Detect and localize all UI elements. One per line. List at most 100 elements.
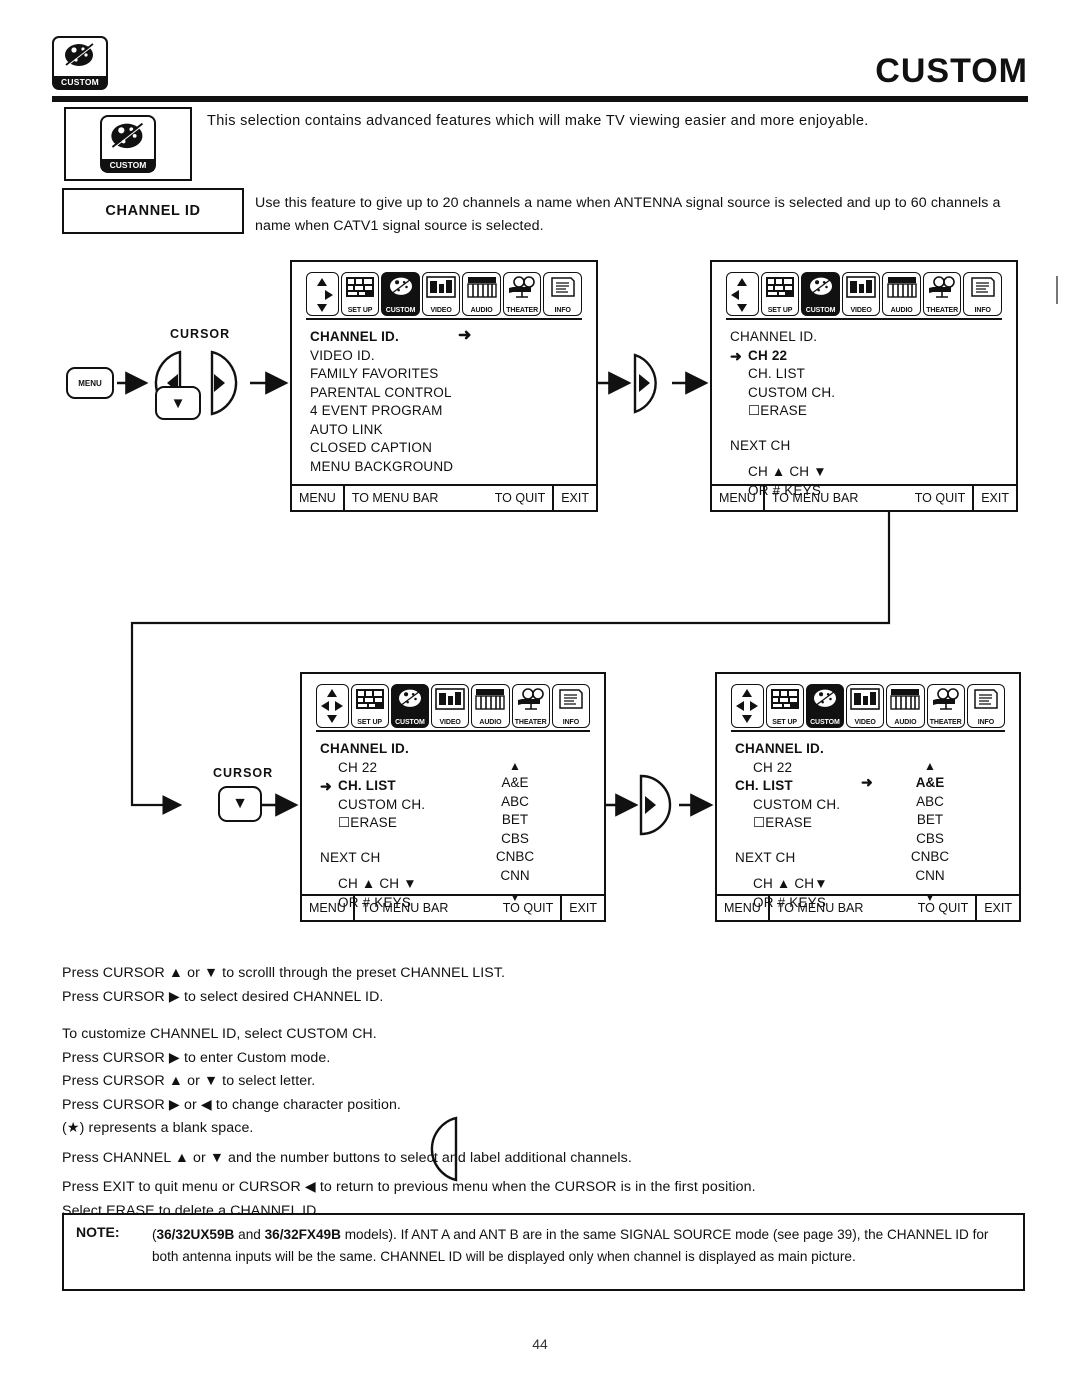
menu-item-theater[interactable]: THEATER (922, 272, 962, 316)
instruction-line: Press CURSOR ▶ to enter Custom mode. (62, 1049, 331, 1066)
menu-item-label: THEATER (506, 307, 539, 314)
cursor-down-key-bottom[interactable]: ▼ (218, 786, 262, 822)
menu-item-custom[interactable]: CUSTOM (801, 272, 840, 316)
selection-arrow-icon: ➜ (458, 327, 472, 344)
setup-grid-icon (346, 277, 375, 297)
note-model-2: 36/32FX49B (264, 1227, 341, 1242)
menu-item-theater[interactable]: THEATER (926, 684, 965, 728)
scroll-up-icon[interactable]: ▲ (472, 758, 558, 774)
channel-list-entry[interactable]: BET (472, 811, 558, 830)
item-label: CUSTOM CH. (338, 796, 426, 812)
channel-list-entry[interactable]: CNBC (887, 848, 973, 867)
tv-screen-channel-id: SET UP CUSTOM VIDEO AUDIO THEATER INFO C… (710, 260, 1018, 512)
menu-key-label: MENU (78, 378, 102, 388)
menu-item-audio[interactable]: AUDIO (471, 684, 510, 728)
menu-list-item[interactable]: AUTO LINK (310, 421, 586, 440)
item-label: PARENTAL CONTROL (310, 384, 452, 400)
menu-item-custom[interactable]: CUSTOM (805, 684, 845, 728)
option-erase[interactable]: ☐ERASE (730, 402, 1006, 421)
tv-screen-ch-list: SET UP CUSTOM VIDEO AUDIO THEATER INFO C… (300, 672, 606, 922)
menu-item-label: CUSTOM (805, 307, 836, 314)
channel-list-entry[interactable]: CNN (887, 867, 973, 886)
screen-footer-bar: MENU TO MENU BAR TO QUIT EXIT (292, 484, 596, 510)
menu-item-info[interactable]: INFO (551, 684, 591, 728)
next-ch-label: NEXT CH (730, 437, 791, 453)
channel-list-entry[interactable]: CNBC (472, 848, 558, 867)
footer-to-menu-bar-label: TO MENU BAR (361, 901, 449, 915)
menu-item-label: SET UP (347, 307, 373, 314)
channel-list-entry[interactable]: A&E (472, 774, 558, 793)
channel-list-entry[interactable]: CBS (472, 830, 558, 849)
channel-list-entry[interactable]: CNN (472, 867, 558, 886)
instruction-line: Press CURSOR ▶ to select desired CHANNEL… (62, 988, 384, 1005)
custom-badge-label: CUSTOM (54, 76, 106, 88)
menu-item-label: VIDEO (850, 307, 872, 314)
menu-item-theater[interactable]: THEATER (511, 684, 550, 728)
channel-list-entry[interactable]: ABC (887, 793, 973, 812)
menu-item-info[interactable]: INFO (963, 272, 1002, 316)
channel-list-entry[interactable]: ➜ A&E (861, 774, 973, 793)
info-document-icon (550, 277, 575, 297)
cursor-label-top: CURSOR (170, 327, 231, 341)
option-custom-ch[interactable]: CUSTOM CH. (730, 384, 1006, 403)
menu-item-audio[interactable]: AUDIO (886, 684, 925, 728)
menu-item-video[interactable]: VIDEO (846, 684, 885, 728)
menu-list-item[interactable]: PARENTAL CONTROL (310, 384, 586, 403)
note-text-conjunction: and (234, 1227, 265, 1242)
instruction-line: Press CURSOR ▶ or ◀ to change character … (62, 1096, 401, 1113)
menu-item-audio[interactable]: AUDIO (882, 272, 921, 316)
palette-icon (389, 277, 412, 295)
instruction-line: To customize CHANNEL ID, select CUSTOM C… (62, 1026, 377, 1042)
menu-item-video[interactable]: VIDEO (841, 272, 881, 316)
menu-bar-icons: SET UP CUSTOM VIDEO AUDIO THEATER INFO (306, 272, 582, 316)
info-document-icon (559, 689, 583, 709)
audio-piano-icon (475, 689, 506, 710)
menu-item-theater[interactable]: THEATER (502, 272, 542, 316)
item-label: MENU BACKGROUND (310, 458, 454, 474)
menu-item-video[interactable]: VIDEO (421, 272, 461, 316)
menu-list-item[interactable]: 4 EVENT PROGRAM (310, 402, 586, 421)
menu-list-item[interactable]: CLOSED CAPTION (310, 439, 586, 458)
screen-body: CHANNEL ID. CH 22 ➜ CH. LIST CUSTOM CH. … (320, 740, 594, 910)
item-label: CH 22 (753, 759, 793, 775)
title-rule (52, 96, 1028, 102)
menu-item-audio[interactable]: AUDIO (462, 272, 501, 316)
panel-title: CHANNEL ID. (735, 741, 824, 756)
menu-item-setup[interactable]: SET UP (340, 272, 380, 316)
custom-menu-list: CHANNEL ID. ➜ VIDEO ID. FAMILY FAVORITES… (310, 327, 586, 477)
item-label: CH 22 (338, 759, 378, 775)
menu-item-custom[interactable]: CUSTOM (390, 684, 430, 728)
menu-item-info[interactable]: INFO (966, 684, 1006, 728)
channel-list-entry[interactable]: ABC (472, 793, 558, 812)
menu-item-info[interactable]: INFO (543, 272, 582, 316)
menu-list-item[interactable]: CHANNEL ID. ➜ (310, 327, 586, 347)
scroll-up-icon[interactable]: ▲ (887, 758, 973, 774)
menu-item-setup[interactable]: SET UP (760, 272, 800, 316)
menu-item-video[interactable]: VIDEO (431, 684, 470, 728)
menu-list-item[interactable]: FAMILY FAVORITES (310, 365, 586, 384)
option-ch-22[interactable]: ➜ CH 22 (730, 347, 1006, 366)
menu-item-label: SET UP (767, 307, 793, 314)
cursor-down-key-top[interactable]: ▼ (155, 386, 201, 420)
footer-exit-label: EXIT (561, 491, 589, 505)
menu-list-item[interactable]: MENU BACKGROUND (310, 458, 586, 477)
menu-item-setup[interactable]: SET UP (350, 684, 389, 728)
footer-menu-label: MENU (299, 491, 336, 505)
menu-item-label: INFO (977, 719, 995, 726)
option-ch-list[interactable]: CH. LIST (730, 365, 1006, 384)
page-header: CUSTOM CUSTOM (0, 0, 1080, 105)
menu-key-button[interactable]: MENU (66, 367, 114, 399)
item-label: CUSTOM CH. (753, 796, 841, 812)
audio-piano-icon (886, 277, 917, 298)
instruction-line: Press CURSOR ▲ or ▼ to select letter. (62, 1073, 316, 1089)
channel-list-entry[interactable]: CBS (887, 830, 973, 849)
cursor-down-glyph: ▼ (232, 795, 248, 812)
menu-item-custom[interactable]: CUSTOM (381, 272, 420, 316)
menu-list-item[interactable]: VIDEO ID. (310, 347, 586, 366)
menu-item-label: AUDIO (890, 307, 913, 314)
instructions-block: Press CURSOR ▲ or ▼ to scrolll through t… (62, 962, 1022, 1223)
menu-item-setup[interactable]: SET UP (765, 684, 804, 728)
screen-body: CHANNEL ID. CH 22 CH. LIST CUSTOM CH. ☐E… (735, 740, 1009, 910)
channel-list-entry[interactable]: BET (887, 811, 973, 830)
footer-menu-label: MENU (719, 491, 756, 505)
